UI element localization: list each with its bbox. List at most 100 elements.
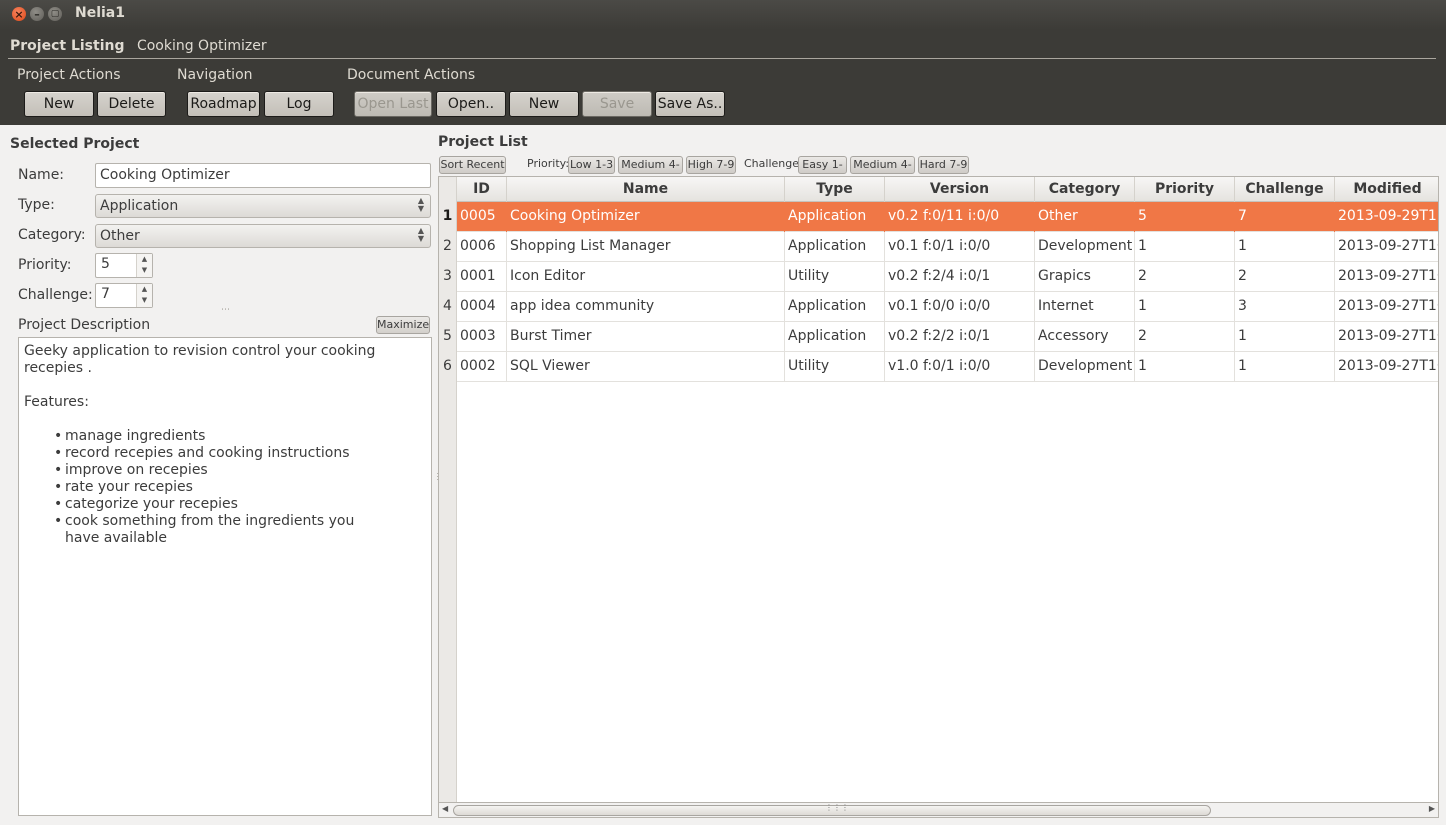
- cell-version: v0.2 f:2/2 i:0/1: [885, 322, 1035, 352]
- challenge-filter-label: Challenge:: [744, 157, 803, 170]
- cell-category: Accessory: [1035, 322, 1135, 352]
- row-number[interactable]: 1: [439, 202, 457, 232]
- column-header-category[interactable]: Category: [1035, 177, 1135, 202]
- table-row[interactable]: 1 0005 Cooking Optimizer Application v0.2 f:…: [439, 202, 1438, 232]
- maximize-button[interactable]: Maximize: [376, 316, 430, 334]
- priority-high-filter[interactable]: High 7-9: [686, 156, 736, 174]
- splitter-handle-horizontal[interactable]: ⋯: [221, 305, 230, 315]
- column-header-version[interactable]: Version: [885, 177, 1035, 202]
- scroll-left-icon[interactable]: ◀: [442, 804, 448, 813]
- type-select[interactable]: Application ▲ ▼: [95, 194, 431, 218]
- priority-filter-label: Priority:: [527, 157, 570, 170]
- cell-name: Burst Timer: [507, 322, 785, 352]
- cell-modified: 2013-09-27T16: [1335, 322, 1438, 352]
- cell-challenge: 1: [1235, 352, 1335, 382]
- cell-id: 0004: [457, 292, 507, 322]
- window-titlebar: × – ▢ Nelia1: [0, 0, 1446, 30]
- column-header-name[interactable]: Name: [507, 177, 785, 202]
- cell-id: 0003: [457, 322, 507, 352]
- column-header-priority[interactable]: Priority: [1135, 177, 1235, 202]
- column-header-id[interactable]: ID: [457, 177, 507, 202]
- document-actions-label: Document Actions: [347, 67, 476, 83]
- challenge-medium-filter[interactable]: Medium 4-6: [850, 156, 915, 187]
- log-button[interactable]: Log: [264, 91, 334, 117]
- new-project-button[interactable]: New: [24, 91, 94, 117]
- table-header: ID Name Type Version Category Priority C…: [439, 177, 1438, 202]
- close-icon[interactable]: ×: [12, 7, 26, 21]
- tab-project-listing[interactable]: Project Listing: [10, 38, 124, 54]
- list-item: categorize your recepies: [54, 496, 426, 513]
- save-as-button[interactable]: Save As..: [655, 91, 725, 117]
- cell-modified: 2013-09-29T11: [1335, 202, 1438, 232]
- cell-category: Internet: [1035, 292, 1135, 322]
- cell-version: v0.1 f:0/1 i:0/0: [885, 232, 1035, 262]
- roadmap-button[interactable]: Roadmap: [187, 91, 260, 117]
- cell-type: Utility: [785, 262, 885, 292]
- navigation-label: Navigation: [177, 67, 253, 83]
- cell-category: Grapics: [1035, 262, 1135, 292]
- cell-category: Development: [1035, 232, 1135, 262]
- sort-recent-button[interactable]: Sort Recent: [439, 156, 506, 174]
- category-select[interactable]: Other ▲ ▼: [95, 224, 431, 248]
- description-intro: Geeky application to revision control yo…: [24, 343, 376, 376]
- minimize-icon[interactable]: –: [30, 7, 44, 21]
- cell-priority: 2: [1135, 262, 1235, 292]
- spinner-arrows-icon[interactable]: ▲ ▼: [136, 284, 152, 307]
- cell-id: 0002: [457, 352, 507, 382]
- challenge-easy-filter[interactable]: Easy 1-3: [798, 156, 847, 187]
- horizontal-scrollbar[interactable]: ◀ ⋮⋮⋮ ▶: [438, 803, 1439, 818]
- save-button[interactable]: Save: [582, 91, 652, 117]
- column-header-type[interactable]: Type: [785, 177, 885, 202]
- name-label: Name:: [18, 167, 65, 183]
- table-row[interactable]: 6 0002 SQL Viewer Utility v1.0 f:0/1 i:0/0 De…: [439, 352, 1438, 382]
- row-number[interactable]: 5: [439, 322, 457, 352]
- cell-modified: 2013-09-27T16: [1335, 232, 1438, 262]
- tab-divider: [8, 58, 1436, 59]
- category-select-value: Other: [100, 228, 140, 244]
- cell-category: Other: [1035, 202, 1135, 232]
- challenge-value: 7: [101, 286, 110, 302]
- cell-name: SQL Viewer: [507, 352, 785, 382]
- combo-arrows-icon: ▲ ▼: [417, 196, 424, 213]
- scroll-right-icon[interactable]: ▶: [1429, 804, 1435, 813]
- row-number[interactable]: 6: [439, 352, 457, 382]
- cell-priority: 1: [1135, 232, 1235, 262]
- cell-version: v0.2 f:0/11 i:0/0: [885, 202, 1035, 232]
- list-item: rate your recepies: [54, 479, 426, 496]
- cell-type: Application: [785, 322, 885, 352]
- priority-low-filter[interactable]: Low 1-3: [568, 156, 615, 174]
- spinner-arrows-icon[interactable]: ▲ ▼: [136, 254, 152, 277]
- open-document-button[interactable]: Open..: [436, 91, 506, 117]
- priority-medium-filter[interactable]: Medium 4-6: [618, 156, 683, 187]
- cell-version: v1.0 f:0/1 i:0/0: [885, 352, 1035, 382]
- delete-project-button[interactable]: Delete: [97, 91, 166, 117]
- project-description-editor[interactable]: Geeky application to revision control yo…: [18, 337, 432, 816]
- cell-priority: 1: [1135, 352, 1235, 382]
- tab-current-project[interactable]: Cooking Optimizer: [137, 38, 267, 54]
- list-item: improve on recepies: [54, 462, 426, 479]
- row-number[interactable]: 2: [439, 232, 457, 262]
- column-header-challenge[interactable]: Challenge: [1235, 177, 1335, 202]
- cell-challenge: 7: [1235, 202, 1335, 232]
- table-row[interactable]: 5 0003 Burst Timer Application v0.2 f:2/2 i:…: [439, 322, 1438, 352]
- project-name-field[interactable]: Cooking Optimizer: [95, 163, 431, 188]
- challenge-spinner[interactable]: 7 ▲ ▼: [95, 283, 153, 308]
- priority-spinner[interactable]: 5 ▲ ▼: [95, 253, 153, 278]
- priority-value: 5: [101, 256, 110, 272]
- challenge-hard-filter[interactable]: Hard 7-9: [918, 156, 969, 174]
- row-number[interactable]: 3: [439, 262, 457, 292]
- combo-arrows-icon: ▲ ▼: [417, 226, 424, 243]
- project-table[interactable]: ID Name Type Version Category Priority C…: [438, 176, 1439, 803]
- cell-priority: 2: [1135, 322, 1235, 352]
- open-last-button[interactable]: Open Last: [354, 91, 432, 117]
- table-row[interactable]: 4 0004 app idea community Application v0.1 f…: [439, 292, 1438, 322]
- cell-modified: 2013-09-27T16: [1335, 352, 1438, 382]
- column-header-modified[interactable]: Modified: [1335, 177, 1438, 202]
- new-document-button[interactable]: New: [509, 91, 579, 117]
- maximize-icon[interactable]: ▢: [48, 7, 62, 21]
- priority-label: Priority:: [18, 257, 72, 273]
- table-row[interactable]: 2 0006 Shopping List Manager Application v0.…: [439, 232, 1438, 262]
- table-row[interactable]: 3 0001 Icon Editor Utility v0.2 f:2/4 i:0/1 G…: [439, 262, 1438, 292]
- row-number[interactable]: 4: [439, 292, 457, 322]
- type-select-value: Application: [100, 198, 179, 214]
